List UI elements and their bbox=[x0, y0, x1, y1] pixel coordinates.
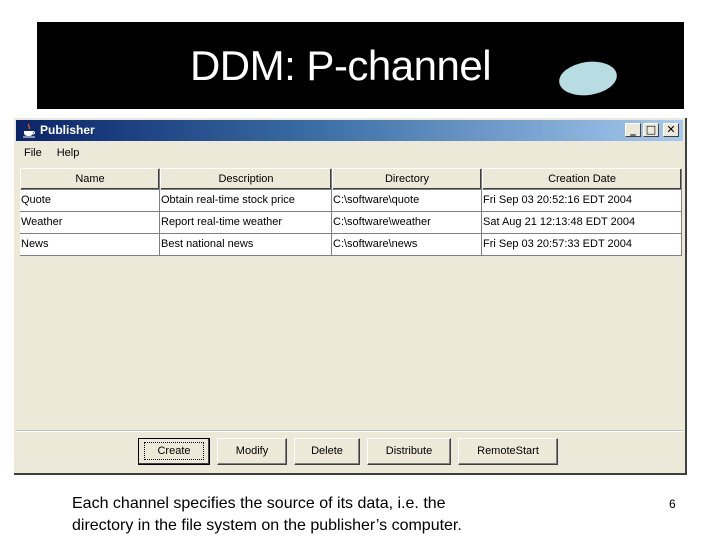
table-row[interactable]: Weather Report real-time weather C:\soft… bbox=[20, 212, 682, 234]
menu-file[interactable]: File bbox=[24, 147, 42, 159]
cell-creation-date[interactable]: Fri Sep 03 20:52:16 EDT 2004 bbox=[482, 190, 682, 212]
table-header: Name Description Directory Creation Date bbox=[20, 168, 682, 190]
remotestart-button[interactable]: RemoteStart bbox=[458, 438, 558, 465]
cell-description[interactable]: Obtain real-time stock price bbox=[160, 190, 332, 212]
cell-directory[interactable]: C:\software\weather bbox=[332, 212, 482, 234]
cell-name[interactable]: News bbox=[20, 234, 160, 256]
cell-creation-date[interactable]: Fri Sep 03 20:57:33 EDT 2004 bbox=[482, 234, 682, 256]
column-header-directory[interactable]: Directory bbox=[332, 168, 482, 190]
java-coffee-cup-icon bbox=[23, 123, 35, 138]
modify-button[interactable]: Modify bbox=[217, 438, 287, 465]
caption-line-1: Each channel specifies the source of its… bbox=[72, 495, 446, 512]
menu-help[interactable]: Help bbox=[57, 147, 80, 159]
slide-title-banner: DDM: P-channel bbox=[37, 22, 684, 109]
delete-button[interactable]: Delete bbox=[294, 438, 360, 465]
slide-caption: Each channel specifies the source of its… bbox=[72, 493, 462, 537]
channel-table: Name Description Directory Creation Date… bbox=[20, 168, 682, 256]
action-buttons: Create Modify Delete Distribute RemoteSt… bbox=[138, 438, 558, 465]
caption-line-2: directory in the file system on the publ… bbox=[72, 517, 462, 534]
column-header-name[interactable]: Name bbox=[20, 168, 160, 190]
menu-bar: File Help bbox=[24, 147, 79, 159]
create-button[interactable]: Create bbox=[138, 438, 210, 465]
cell-directory[interactable]: C:\software\quote bbox=[332, 190, 482, 212]
close-button[interactable]: ✕ bbox=[663, 123, 679, 137]
table-row[interactable]: News Best national news C:\software\news… bbox=[20, 234, 682, 256]
cell-directory[interactable]: C:\software\news bbox=[332, 234, 482, 256]
publisher-window: Publisher _ □ ✕ File Help Name Descripti… bbox=[14, 118, 687, 475]
window-titlebar[interactable]: Publisher _ □ ✕ bbox=[16, 120, 683, 141]
cell-description[interactable]: Best national news bbox=[160, 234, 332, 256]
minimize-button[interactable]: _ bbox=[625, 123, 641, 137]
maximize-button[interactable]: □ bbox=[643, 123, 659, 137]
cell-name[interactable]: Weather bbox=[20, 212, 160, 234]
window-title: Publisher bbox=[40, 123, 95, 137]
page-number: 6 bbox=[669, 497, 676, 511]
table-row[interactable]: Quote Obtain real-time stock price C:\so… bbox=[20, 190, 682, 212]
distribute-button[interactable]: Distribute bbox=[367, 438, 451, 465]
cell-name[interactable]: Quote bbox=[20, 190, 160, 212]
cell-creation-date[interactable]: Sat Aug 21 12:13:48 EDT 2004 bbox=[482, 212, 682, 234]
cell-description[interactable]: Report real-time weather bbox=[160, 212, 332, 234]
column-header-creation-date[interactable]: Creation Date bbox=[482, 168, 682, 190]
column-header-description[interactable]: Description bbox=[160, 168, 332, 190]
create-button-label: Create bbox=[144, 442, 204, 460]
